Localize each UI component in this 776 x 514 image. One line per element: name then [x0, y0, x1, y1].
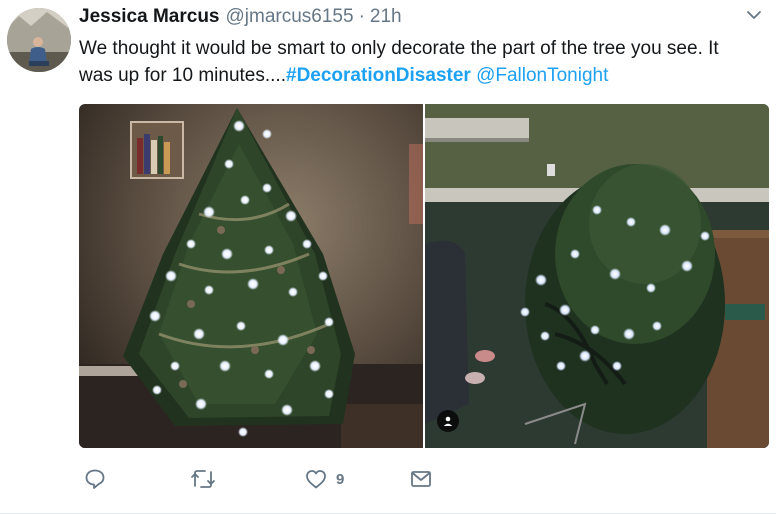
reply-icon	[83, 467, 107, 491]
retweet-button[interactable]	[189, 462, 217, 496]
separator-dot: ·	[358, 6, 365, 27]
author-handle[interactable]: @jmarcus6155	[226, 6, 354, 28]
tweet-text: We thought it would be smart to only dec…	[79, 35, 759, 89]
media-grid	[79, 104, 769, 448]
tweet-text-line-2: was up for 10 minutes....#DecorationDisa…	[79, 62, 759, 89]
photo-fallen-tree[interactable]	[425, 104, 769, 448]
heart-icon	[304, 467, 328, 491]
timestamp[interactable]: 21h	[370, 6, 402, 28]
hashtag-link[interactable]: #DecorationDisaster	[286, 65, 471, 86]
direct-message-button[interactable]	[409, 462, 433, 496]
avatar[interactable]	[7, 8, 71, 72]
like-button[interactable]: 9	[304, 462, 344, 496]
reply-button[interactable]	[83, 462, 107, 496]
tagged-user-icon[interactable]	[437, 410, 459, 432]
mention-link[interactable]: @FallonTonight	[476, 65, 608, 86]
like-count: 9	[336, 470, 345, 488]
tweet-header: Jessica Marcus @jmarcus6155 · 21h	[79, 6, 736, 32]
tweet-text-line-1: We thought it would be smart to only dec…	[79, 38, 719, 59]
tweet-text-line-2-prefix: was up for 10 minutes....	[79, 65, 286, 86]
envelope-icon	[409, 467, 433, 491]
retweet-icon	[189, 467, 217, 491]
author-name[interactable]: Jessica Marcus	[79, 6, 220, 28]
photo-decorated-tree[interactable]	[79, 104, 423, 448]
chevron-down-icon[interactable]	[746, 8, 762, 20]
